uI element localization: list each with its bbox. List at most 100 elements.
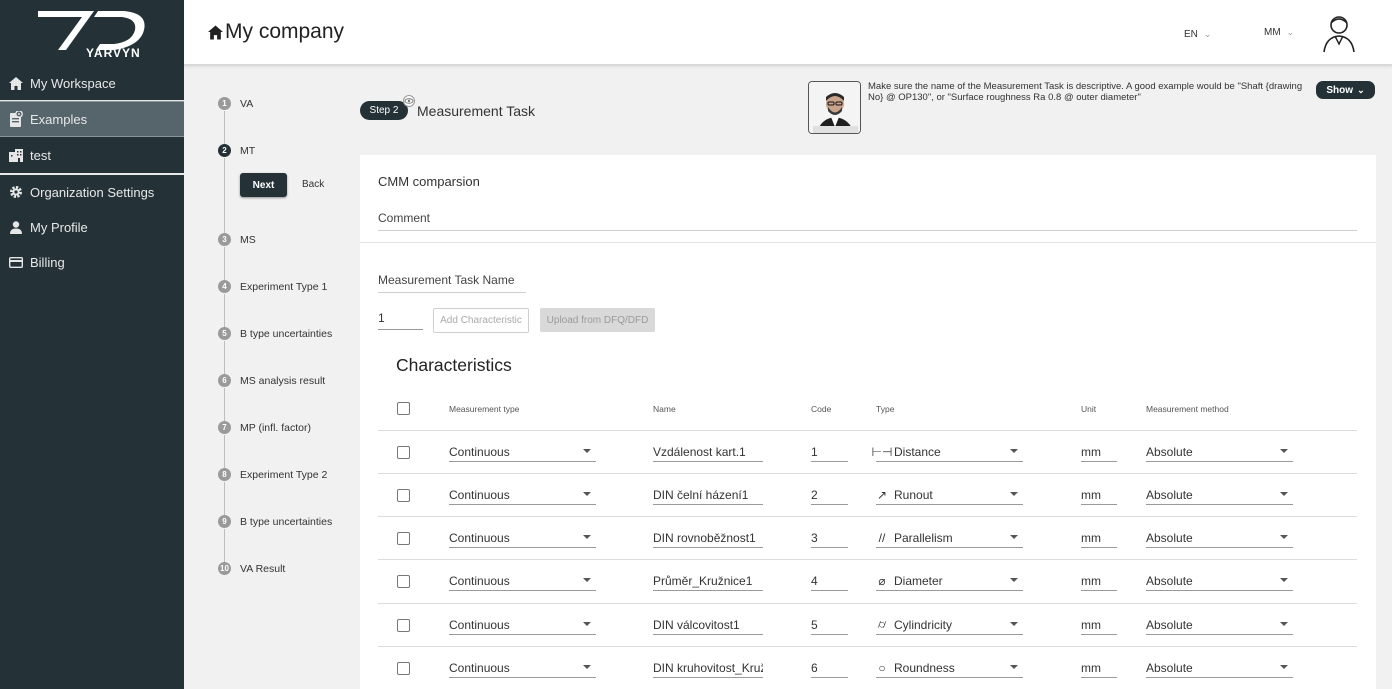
user-menu[interactable]: MM ⌄ bbox=[1264, 27, 1294, 38]
step-7-mp-infl-factor[interactable]: 7 MP (infl. factor) bbox=[218, 421, 311, 434]
header-measurement-method[interactable]: Measurement method bbox=[1146, 404, 1229, 414]
sidebar-item-label: Examples bbox=[30, 111, 88, 127]
row-divider bbox=[378, 473, 1357, 474]
characteristic-name-input[interactable]: DIN kruhovitost_Kruž bbox=[653, 658, 763, 678]
unit-input[interactable]: mm bbox=[1081, 485, 1117, 505]
unit-input[interactable]: mm bbox=[1081, 528, 1117, 548]
add-characteristic-button[interactable]: Add Characteristic bbox=[433, 308, 529, 333]
unit-input[interactable]: mm bbox=[1081, 571, 1117, 591]
measurement-method-select[interactable]: Absolute bbox=[1146, 615, 1293, 635]
measurement-task-name-field[interactable]: Measurement Task Name bbox=[378, 273, 526, 293]
show-button[interactable]: Show ⌄ bbox=[1316, 81, 1375, 99]
code-input[interactable]: 5 bbox=[811, 615, 848, 635]
step-number: 4 bbox=[218, 280, 231, 293]
type-select[interactable]: ⌀ Diameter bbox=[876, 571, 1023, 591]
upload-dfq-button[interactable]: Upload from DFQ/DFD bbox=[540, 308, 655, 332]
characteristic-name-input[interactable]: DIN čelní házení1 bbox=[653, 485, 763, 505]
language-selector[interactable]: EN ⌄ bbox=[1184, 29, 1211, 40]
measurement-type-select[interactable]: Continuous bbox=[449, 571, 596, 591]
type-select[interactable]: // Parallelism bbox=[876, 528, 1023, 548]
row-checkbox[interactable] bbox=[397, 489, 410, 502]
type-select[interactable]: ○ Roundness bbox=[876, 658, 1023, 678]
comment-field[interactable]: Comment bbox=[378, 211, 1357, 231]
yarvyn-logo[interactable]: YARVYN bbox=[36, 8, 152, 58]
select-value: Continuous bbox=[449, 617, 510, 632]
sidebar-item-billing[interactable]: Billing bbox=[0, 244, 184, 280]
unit-input[interactable]: mm bbox=[1081, 658, 1117, 678]
sidebar-item-examples[interactable]: Examples bbox=[0, 101, 184, 137]
step-1-va[interactable]: 1 VA bbox=[218, 97, 253, 110]
measurement-type-select[interactable]: Continuous bbox=[449, 442, 596, 462]
header-measurement-type[interactable]: Measurement type bbox=[449, 404, 519, 414]
eye-icon[interactable] bbox=[402, 95, 416, 107]
characteristic-name-input[interactable]: Vzdálenost kart.1 bbox=[653, 442, 763, 462]
header-name[interactable]: Name bbox=[653, 404, 676, 414]
home-icon[interactable] bbox=[208, 25, 223, 40]
row-checkbox[interactable] bbox=[397, 619, 410, 632]
row-checkbox[interactable] bbox=[397, 662, 410, 675]
characteristics-title: Characteristics bbox=[396, 355, 512, 375]
step-connector bbox=[224, 247, 225, 281]
step-9-b-type-uncertainties[interactable]: 9 B type uncertainties bbox=[218, 515, 332, 528]
caret-down-icon bbox=[1280, 578, 1288, 582]
unit-input[interactable]: mm bbox=[1081, 442, 1117, 462]
step-connector bbox=[224, 435, 225, 469]
select-value: Absolute bbox=[1146, 444, 1193, 459]
measurement-type-select[interactable]: Continuous bbox=[449, 485, 596, 505]
step-6-ms-analysis-result[interactable]: 6 MS analysis result bbox=[218, 374, 325, 387]
header-code[interactable]: Code bbox=[811, 404, 831, 414]
top-bar: My company EN ⌄ MM ⌄ bbox=[184, 0, 1392, 66]
measurement-type-select[interactable]: Continuous bbox=[449, 658, 596, 678]
code-input[interactable]: 4 bbox=[811, 571, 848, 591]
back-button[interactable]: Back bbox=[302, 179, 324, 190]
sidebar-item-organization-settings[interactable]: Organization Settings bbox=[0, 174, 184, 210]
quantity-field[interactable]: 1 bbox=[378, 311, 423, 330]
unit-input[interactable]: mm bbox=[1081, 615, 1117, 635]
caret-down-icon bbox=[1280, 665, 1288, 669]
code-input[interactable]: 3 bbox=[811, 528, 848, 548]
step-4-experiment-type-1[interactable]: 4 Experiment Type 1 bbox=[218, 280, 327, 293]
caret-down-icon bbox=[1010, 449, 1018, 453]
type-select[interactable]: ↗ Runout bbox=[876, 485, 1023, 505]
row-checkbox[interactable] bbox=[397, 446, 410, 459]
step-number: 9 bbox=[218, 515, 231, 528]
next-button[interactable]: Next bbox=[240, 173, 287, 197]
sidebar-item-my-workspace[interactable]: My Workspace bbox=[0, 65, 184, 101]
code-input[interactable]: 2 bbox=[811, 485, 848, 505]
measurement-method-select[interactable]: Absolute bbox=[1146, 658, 1293, 678]
row-checkbox[interactable] bbox=[397, 575, 410, 588]
code-input[interactable]: 6 bbox=[811, 658, 848, 678]
type-select[interactable]: ⊢⊣ Distance bbox=[872, 442, 1023, 462]
code-input[interactable]: 1 bbox=[811, 442, 848, 462]
select-value: Absolute bbox=[1146, 660, 1193, 675]
measurement-type-select[interactable]: Continuous bbox=[449, 528, 596, 548]
step-number: 1 bbox=[218, 97, 231, 110]
characteristic-name-input[interactable]: DIN válcovitost1 bbox=[653, 615, 763, 635]
sidebar-item-test[interactable]: test bbox=[0, 137, 184, 173]
person-icon bbox=[9, 220, 23, 234]
select-all-checkbox[interactable] bbox=[397, 402, 410, 415]
gear-icon bbox=[9, 185, 23, 199]
step-3-ms[interactable]: 3 MS bbox=[218, 233, 256, 246]
measurement-method-select[interactable]: Absolute bbox=[1146, 571, 1293, 591]
user-avatar-icon[interactable] bbox=[1322, 13, 1356, 53]
step-label: VA Result bbox=[240, 562, 286, 575]
step-8-experiment-type-2[interactable]: 8 Experiment Type 2 bbox=[218, 468, 327, 481]
select-value: Absolute bbox=[1146, 617, 1193, 632]
sidebar-item-my-profile[interactable]: My Profile bbox=[0, 209, 184, 245]
characteristic-name-input[interactable]: DIN rovnoběžnost1 bbox=[653, 528, 763, 548]
step-5-b-type-uncertainties[interactable]: 5 B type uncertainties bbox=[218, 327, 332, 340]
step-2-mt[interactable]: 2 MT bbox=[218, 144, 255, 157]
measurement-method-select[interactable]: Absolute bbox=[1146, 485, 1293, 505]
header-type[interactable]: Type bbox=[876, 404, 894, 414]
select-value: Cylindricity bbox=[894, 617, 953, 632]
type-select[interactable]: ⌭ Cylindricity bbox=[876, 615, 1023, 635]
row-checkbox[interactable] bbox=[397, 532, 410, 545]
measurement-method-select[interactable]: Absolute bbox=[1146, 442, 1293, 462]
measurement-method-select[interactable]: Absolute bbox=[1146, 528, 1293, 548]
step-10-va-result[interactable]: 10 VA Result bbox=[218, 562, 285, 575]
step-label: MP (infl. factor) bbox=[240, 421, 311, 434]
characteristic-name-input[interactable]: Průměr_Kružnice1 bbox=[653, 571, 763, 591]
measurement-type-select[interactable]: Continuous bbox=[449, 615, 596, 635]
header-unit[interactable]: Unit bbox=[1081, 404, 1096, 414]
